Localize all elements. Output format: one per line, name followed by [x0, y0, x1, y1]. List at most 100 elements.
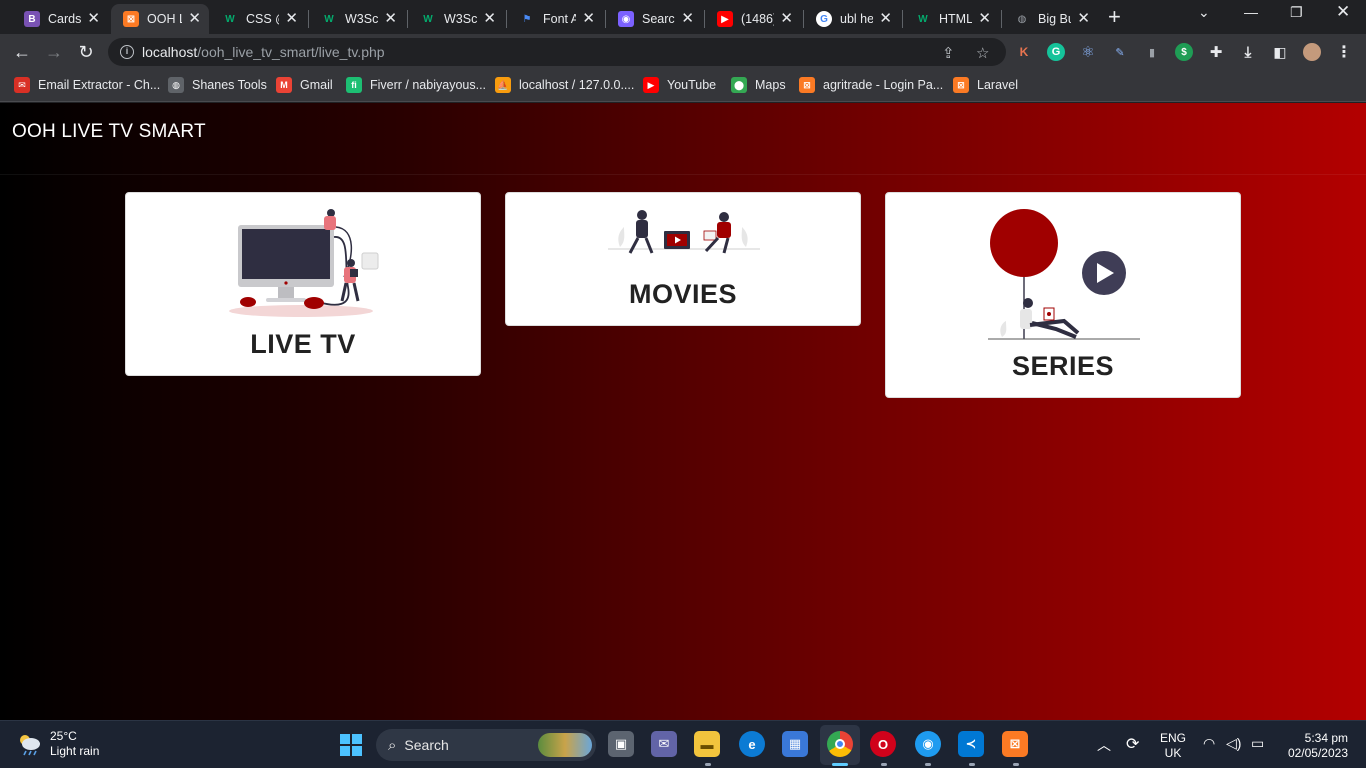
tab-title: ubl he [840, 12, 874, 26]
card-series[interactable]: SERIES [885, 192, 1241, 398]
close-tab-icon[interactable]: ✕ [879, 11, 892, 27]
browser-tab[interactable]: ⚑ Font A ✕ [507, 4, 603, 34]
navbar-brand[interactable]: OOH LIVE TV SMART [12, 121, 206, 143]
globe-icon: ◍ [1017, 13, 1027, 25]
bookmark-star-icon[interactable]: ☆ [976, 44, 989, 62]
app-blue-icon[interactable]: ◉ [915, 731, 941, 757]
bookmark-item[interactable]: ◍ Shanes Tools [168, 77, 267, 93]
bookmark-item[interactable]: ⬤ Maps [731, 77, 786, 93]
bookmark-item[interactable]: ▶ YouTube [643, 77, 716, 93]
bookmark-item[interactable]: fi Fiverr / nabiyayous... [346, 77, 486, 93]
volume-icon[interactable]: ◁) [1226, 735, 1241, 752]
bookmark-item[interactable]: ⛵ localhost / 127.0.0.... [495, 77, 634, 93]
weather-widget[interactable]: 25°C Light rain [16, 729, 99, 759]
close-tab-icon[interactable]: ✕ [285, 11, 298, 27]
reload-icon[interactable]: ↻ [76, 42, 96, 62]
browser-tab[interactable]: W W3Sch ✕ [309, 4, 405, 34]
xampp-icon: ⊠ [953, 77, 969, 93]
search-icon: ⌕ [388, 736, 397, 754]
forward-icon[interactable]: → [44, 42, 64, 62]
card-live-tv[interactable]: LIVE TV [125, 192, 481, 376]
tab-title: HTML [939, 12, 973, 26]
close-tab-icon[interactable]: ✕ [681, 11, 694, 27]
flag-icon: ⚑ [522, 13, 532, 25]
bookmark-item[interactable]: ✉ Email Extractor - Ch... [14, 77, 160, 93]
react-devtools-icon[interactable]: ⚛ [1079, 43, 1097, 61]
bookmark-label: Maps [755, 78, 786, 92]
edge-icon[interactable]: e [739, 731, 765, 757]
close-tab-icon[interactable]: ✕ [780, 11, 793, 27]
colorpick-icon[interactable]: ✎ [1111, 43, 1129, 61]
browser-tab[interactable]: W HTML ✕ [903, 4, 999, 34]
tray-chevron-icon[interactable]: ︿ [1097, 735, 1111, 755]
close-tab-icon[interactable]: ✕ [1077, 11, 1090, 27]
language-code: ENG [1160, 731, 1187, 745]
wifi-icon[interactable]: ◠ [1203, 735, 1215, 752]
extension-s-icon[interactable]: $ [1175, 43, 1193, 61]
language-indicator[interactable]: ENG UK [1160, 731, 1186, 761]
back-icon[interactable]: ← [12, 42, 32, 62]
search-logo-icon: ◉ [618, 11, 634, 27]
opera-icon[interactable]: O [870, 731, 896, 757]
bookmark-item[interactable]: M Gmail [276, 77, 333, 93]
browser-tab[interactable]: ◉ Search ✕ [606, 4, 702, 34]
browser-tab[interactable]: ◍ Big Bu ✕ [1002, 4, 1098, 34]
menu-icon[interactable]: ⋮ [1335, 43, 1353, 61]
close-window-icon[interactable]: ✕ [1336, 2, 1350, 22]
vscode-icon[interactable]: ≺ [958, 731, 984, 757]
temperature: 25°C [50, 729, 77, 743]
address-bar[interactable]: i localhost/ooh_live_tv_smart/live_tv.ph… [108, 38, 1006, 66]
battery-icon[interactable]: ▭ [1251, 735, 1264, 752]
close-tab-icon[interactable]: ✕ [582, 11, 595, 27]
browser-tab[interactable]: W CSS @ ✕ [210, 4, 306, 34]
share-icon[interactable]: ⇪ [942, 44, 955, 62]
browser-tab[interactable]: Gubl he ✕ [804, 4, 900, 34]
file-explorer-icon[interactable]: ▬ [694, 731, 720, 757]
xampp-icon[interactable]: ⊠ [1002, 731, 1028, 757]
phpmyadmin-icon: ⛵ [495, 77, 511, 93]
taskbar-search[interactable]: ⌕ Search [376, 729, 596, 761]
windows-start-icon[interactable] [340, 734, 362, 756]
browser-tab[interactable]: W W3Sch ✕ [408, 4, 504, 34]
tab-strip: B Cards ✕ ⊠ OOH L ✕ W CSS @ ✕ W W3Sch ✕ W W3Sch ✕ ⚑ Font… [0, 0, 1366, 34]
card-movies[interactable]: MOVIES [505, 192, 861, 326]
browser-tab[interactable]: B Cards ✕ [12, 4, 108, 34]
tab-search-icon[interactable]: ⌄ [1198, 4, 1210, 21]
maximize-icon[interactable]: ❐ [1290, 4, 1303, 21]
extension-k-icon[interactable]: K [1015, 43, 1033, 61]
extension-dot-icon[interactable]: ▮ [1143, 43, 1161, 61]
browser-tab[interactable]: ▶ (1486) ✕ [705, 4, 801, 34]
explorer-running-indicator [705, 763, 711, 766]
bookmark-item[interactable]: ⊠ Laravel [953, 77, 1018, 93]
w3schools-icon: W [918, 13, 928, 25]
new-tab-button[interactable]: + [1108, 6, 1121, 28]
task-view-icon[interactable]: ▣ [608, 731, 634, 757]
chrome-icon[interactable] [827, 731, 853, 757]
bookmark-label: Shanes Tools [192, 78, 267, 92]
close-tab-icon[interactable]: ✕ [483, 11, 496, 27]
clock[interactable]: 5:34 pm 02/05/2023 [1282, 731, 1348, 761]
tab-title: W3Sch [444, 12, 478, 26]
tab-title: W3Sch [345, 12, 379, 26]
sync-icon[interactable]: ⟳ [1126, 734, 1139, 754]
close-tab-icon[interactable]: ✕ [384, 11, 397, 27]
close-tab-icon[interactable]: ✕ [87, 11, 100, 27]
close-tab-icon[interactable]: ✕ [188, 11, 201, 27]
site-info-icon[interactable]: i [120, 45, 134, 59]
search-highlight-icon [538, 733, 592, 757]
bookmark-item[interactable]: ⊠ agritrade - Login Pa... [799, 77, 943, 93]
close-tab-icon[interactable]: ✕ [978, 11, 991, 27]
browser-tab[interactable]: ⊠ OOH L ✕ [111, 4, 209, 34]
teams-chat-icon[interactable]: ✉ [651, 731, 677, 757]
extensions-puzzle-icon[interactable]: ✚ [1207, 43, 1225, 61]
profile-avatar[interactable] [1303, 43, 1321, 61]
minimize-icon[interactable]: — [1244, 4, 1258, 20]
chrome-running-indicator [832, 763, 848, 766]
download-icon[interactable]: ⤓ [1239, 43, 1257, 61]
grammarly-icon[interactable]: G [1047, 43, 1065, 61]
store-icon[interactable]: ▦ [782, 731, 808, 757]
youtube-icon: ▶ [643, 77, 659, 93]
side-panel-icon[interactable]: ◧ [1271, 43, 1289, 61]
fiverr-icon: fi [346, 77, 362, 93]
xampp-icon: ⊠ [123, 11, 139, 27]
